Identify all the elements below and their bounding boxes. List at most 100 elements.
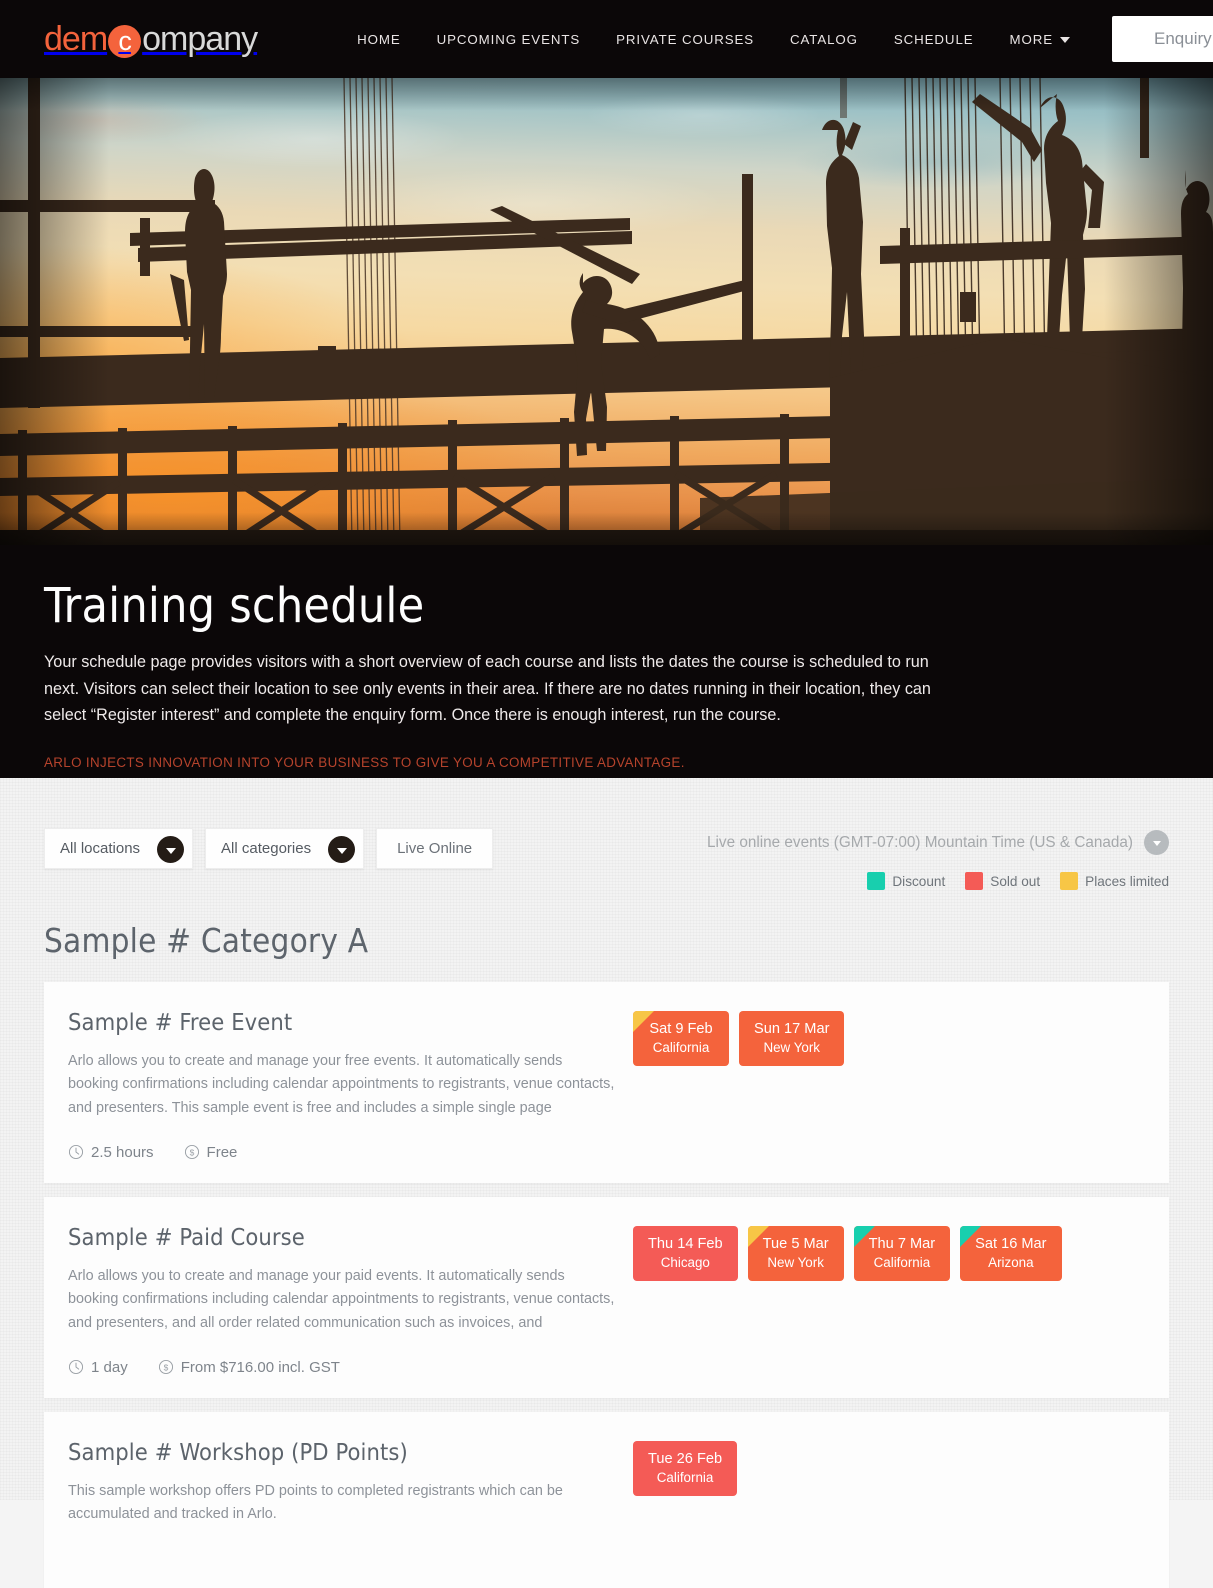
event-date-location: Chicago: [660, 1254, 710, 1270]
legend-item-sold-out: Sold out: [965, 872, 1040, 890]
event-price: $ Free: [184, 1143, 238, 1161]
filter-bar: All locations All categories Live Online…: [44, 778, 1169, 890]
chevron-down-icon: [1144, 830, 1169, 855]
nav-item-catalog[interactable]: CATALOG: [772, 32, 876, 47]
legend-item-places-limited: Places limited: [1060, 872, 1169, 890]
price-icon: $: [184, 1145, 199, 1160]
page-description: Your schedule page provides visitors wit…: [44, 653, 931, 725]
event-duration-text: 2.5 hours: [91, 1143, 154, 1161]
event-meta: 1 day $ From $716.00 incl. GST: [68, 1359, 633, 1376]
hero-vignette: [0, 78, 1213, 545]
event-dates: Sat 9 Feb California Sun 17 Mar New York: [633, 1008, 1141, 1161]
discount-corner-marker: [960, 1225, 982, 1247]
location-select-value: All locations: [60, 840, 141, 857]
event-date-location: California: [656, 1469, 714, 1485]
event-date-badge[interactable]: Thu 7 Mar California: [853, 1225, 951, 1281]
logo-circle-mark: c: [108, 24, 142, 58]
event-date-location: Arizona: [988, 1254, 1034, 1270]
discount-corner-marker: [853, 1225, 875, 1247]
live-online-button[interactable]: Live Online: [376, 828, 494, 869]
event-meta: 2.5 hours $ Free: [68, 1144, 633, 1161]
event-date-text: Sat 16 Mar: [975, 1235, 1047, 1252]
event-dates: Thu 14 Feb Chicago Tue 5 Mar New York Th…: [633, 1223, 1141, 1376]
chevron-down-icon: [157, 836, 185, 863]
clock-icon: [68, 1360, 84, 1375]
event-card-info: Sample # Free Event Arlo allows you to c…: [68, 1008, 633, 1161]
event-card-info: Sample # Workshop (PD Points) This sampl…: [68, 1438, 633, 1566]
event-title[interactable]: Sample # Paid Course: [68, 1223, 633, 1251]
hero-image: [0, 78, 1213, 545]
event-duration-text: 1 day: [91, 1358, 128, 1376]
nav-item-schedule[interactable]: SCHEDULE: [876, 32, 992, 47]
event-date-text: Sat 9 Feb: [649, 1021, 713, 1037]
filter-controls: All locations All categories Live Online: [44, 828, 494, 869]
discount-swatch: [867, 872, 886, 890]
status-legend: Discount Sold out Places limited: [707, 872, 1169, 890]
sold-out-swatch: [965, 872, 984, 890]
event-date-location: New York: [763, 1039, 821, 1055]
event-date-location: California: [873, 1254, 931, 1270]
chevron-down-icon: [328, 836, 356, 863]
event-card-info: Sample # Paid Course Arlo allows you to …: [68, 1223, 633, 1376]
event-title[interactable]: Sample # Workshop (PD Points): [68, 1438, 633, 1466]
places-limited-corner-marker: [747, 1225, 769, 1247]
hero-banner: [0, 78, 1213, 545]
page-title: Training schedule: [44, 578, 425, 634]
svg-text:$: $: [163, 1363, 168, 1373]
places-limited-swatch: [1060, 872, 1079, 890]
legend-label-sold-out: Sold out: [990, 873, 1041, 889]
site-header: dem c ompany HOME UPCOMING EVENTS PRIVAT…: [0, 0, 1213, 78]
svg-text:$: $: [189, 1148, 194, 1158]
legend-item-discount: Discount: [867, 872, 945, 890]
nav-item-home[interactable]: HOME: [339, 32, 419, 47]
event-date-badge[interactable]: Sat 9 Feb California: [633, 1011, 729, 1066]
nav-item-more[interactable]: MORE: [992, 32, 1089, 47]
nav-item-upcoming-events[interactable]: UPCOMING EVENTS: [419, 32, 599, 47]
event-description: This sample workshop offers PD points to…: [68, 1482, 563, 1523]
event-date-text: Sun 17 Mar: [754, 1021, 830, 1037]
event-date-location: New York: [767, 1254, 824, 1270]
page-tagline: ARLO INJECTS INNOVATION INTO YOUR BUSINE…: [44, 754, 685, 770]
hero-text-block: Training schedule Your schedule page pro…: [0, 545, 1213, 778]
logo-text-prefix: dem: [44, 19, 108, 58]
site-logo[interactable]: dem c ompany: [44, 19, 258, 59]
nav-item-private-courses[interactable]: PRIVATE COURSES: [598, 32, 772, 47]
event-title[interactable]: Sample # Free Event: [68, 1008, 633, 1036]
event-card[interactable]: Sample # Free Event Arlo allows you to c…: [44, 982, 1169, 1183]
nav-item-more-label: MORE: [1009, 31, 1054, 47]
event-price: $ From $716.00 incl. GST: [158, 1359, 340, 1376]
event-date-text: Thu 7 Mar: [868, 1235, 936, 1252]
event-date-badge[interactable]: Sun 17 Mar New York: [739, 1011, 845, 1066]
places-limited-corner-marker: [633, 1011, 654, 1032]
event-date-text: Tue 26 Feb: [648, 1450, 723, 1467]
page-content: All locations All categories Live Online…: [0, 778, 1213, 1588]
event-date-badge[interactable]: Sat 16 Mar Arizona: [960, 1225, 1062, 1281]
clock-icon: [68, 1145, 84, 1160]
event-description: Arlo allows you to create and manage you…: [68, 1267, 615, 1331]
event-dates: Tue 26 Feb California: [633, 1438, 1141, 1566]
event-date-text: Tue 5 Mar: [762, 1235, 829, 1252]
event-price-text: Free: [206, 1143, 238, 1161]
category-select[interactable]: All categories: [205, 828, 365, 869]
event-date-badge[interactable]: Tue 5 Mar New York: [747, 1225, 844, 1281]
filter-bar-right: Live online events (GMT-07:00) Mountain …: [707, 828, 1169, 890]
legend-label-discount: Discount: [892, 873, 946, 889]
event-date-location: California: [652, 1039, 710, 1055]
event-duration: 1 day: [68, 1359, 128, 1376]
event-description: Arlo allows you to create and manage you…: [68, 1053, 615, 1116]
logo-text-suffix: ompany: [142, 19, 258, 58]
timezone-select-value: Live online events (GMT-07:00) Mountain …: [707, 833, 1133, 851]
event-date-text: Thu 14 Feb: [648, 1235, 723, 1252]
event-duration: 2.5 hours: [68, 1144, 154, 1161]
location-select[interactable]: All locations: [44, 828, 194, 869]
category-heading: Sample # Category A: [44, 921, 369, 960]
price-icon: $: [158, 1360, 173, 1375]
main-navigation: HOME UPCOMING EVENTS PRIVATE COURSES CAT…: [339, 32, 1088, 47]
event-date-badge[interactable]: Tue 26 Feb California: [633, 1440, 738, 1496]
timezone-select[interactable]: Live online events (GMT-07:00) Mountain …: [707, 830, 1169, 855]
legend-label-places-limited: Places limited: [1085, 873, 1169, 889]
event-price-text: From $716.00 incl. GST: [180, 1358, 340, 1376]
enquiry-button[interactable]: Enquiry: [1112, 16, 1213, 62]
event-date-badge[interactable]: Thu 14 Feb Chicago: [633, 1225, 738, 1281]
event-card[interactable]: Sample # Paid Course Arlo allows you to …: [44, 1196, 1169, 1398]
